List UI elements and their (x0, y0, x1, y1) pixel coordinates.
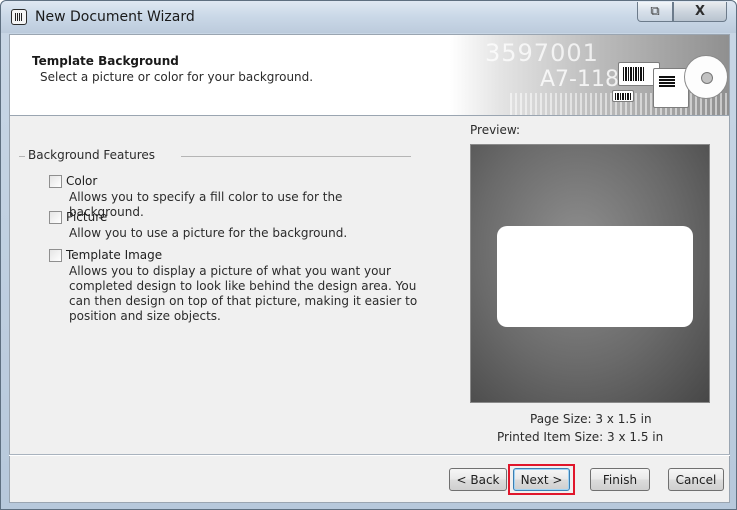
picture-checkbox-row[interactable]: Picture (49, 210, 107, 224)
color-description: Allows you to specify a fill color to us… (69, 190, 343, 219)
background-features-legend: Background Features (25, 148, 159, 162)
banner-number: 3597001 (485, 39, 599, 67)
header-banner-image: 3597001 A7-118 (450, 35, 729, 115)
banner-code: A7-118 (540, 67, 619, 92)
close-button[interactable]: X (673, 2, 727, 22)
step-title: Template Background (32, 54, 179, 68)
template-image-checkbox-label[interactable]: Template Image (66, 248, 162, 262)
wizard-header: Template Background Select a picture or … (9, 34, 730, 116)
template-image-description: Allows you to display a picture of what … (69, 264, 418, 323)
cancel-button[interactable]: Cancel (668, 468, 724, 491)
picture-checkbox[interactable] (49, 210, 62, 224)
small-barcode-icon (612, 90, 634, 102)
color-checkbox[interactable] (49, 174, 62, 188)
window-title: New Document Wizard (35, 9, 195, 25)
disc-label-icon (684, 55, 728, 99)
color-checkbox-label[interactable]: Color (66, 174, 97, 188)
picture-description: Allow you to use a picture for the backg… (69, 226, 348, 240)
template-image-checkbox[interactable] (49, 248, 62, 262)
page-size-text: Page Size: 3 x 1.5 in (530, 412, 652, 426)
preview-label-shape (497, 226, 693, 327)
step-subtitle: Select a picture or color for your backg… (40, 70, 314, 84)
app-barcode-icon (11, 9, 27, 25)
restore-button[interactable]: ⧉ (637, 2, 673, 22)
template-image-checkbox-row[interactable]: Template Image (49, 248, 162, 262)
preview-label: Preview: (470, 123, 521, 137)
picture-checkbox-label[interactable]: Picture (66, 210, 107, 224)
printed-item-size-text: Printed Item Size: 3 x 1.5 in (497, 430, 664, 444)
preview-pane (470, 144, 710, 403)
finish-button[interactable]: Finish (590, 468, 650, 491)
back-button[interactable]: < Back (449, 468, 507, 491)
color-checkbox-row[interactable]: Color (49, 174, 97, 188)
title-bar[interactable]: New Document Wizard ⧉ X (1, 1, 736, 33)
next-button[interactable]: Next > (513, 468, 570, 491)
group-border (181, 156, 411, 157)
wizard-window: New Document Wizard ⧉ X Template Backgro… (0, 0, 737, 510)
